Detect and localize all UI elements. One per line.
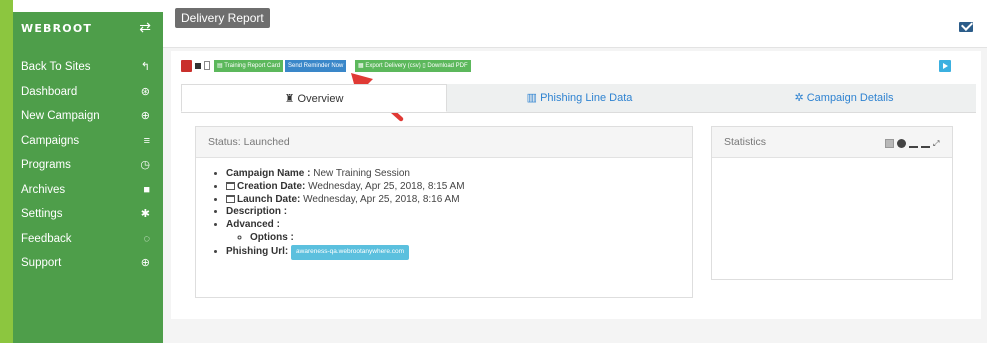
launch-date-value: Wednesday, Apr 25, 2018, 8:16 AM [303,193,460,205]
archive-icon: ■ [143,183,150,196]
plus-circle-icon: ⊕ [140,110,150,122]
campaign-name-value: New Training Session [313,168,410,179]
phishing-url-label: Phishing Url: [226,245,289,257]
sidebar-item-dashboard[interactable]: Dashboard ⊛ [13,80,163,105]
list-icon: ≡ [143,134,150,147]
envelope-icon[interactable] [959,22,973,32]
sidebar-item-label: Archives [21,183,66,196]
list-item: Campaign Name : New Training Session [226,168,692,181]
campaign-details-list: Campaign Name : New Training Session Cre… [196,168,692,260]
download-pdf-label: Download PDF [427,63,468,69]
document-icon[interactable] [204,61,210,70]
sidebar-item-label: New Campaign [21,110,100,122]
sidebar-nav: Back To Sites ↰ Dashboard ⊛ New Campaign ⊕ … [13,55,163,276]
page-title: Delivery Report [175,8,270,28]
expand-icon[interactable]: ⤢ [933,139,942,148]
area-chart-icon[interactable] [909,139,918,148]
training-report-card-button[interactable]: ▤ Training Report Card [214,60,284,72]
dashboard-icon: ⊛ [140,85,150,98]
sidebar-item-back-to-sites[interactable]: Back To Sites ↰ [13,55,163,80]
sidebar: WEBROOT ⇄ Back To Sites ↰ Dashboard ⊛ New … [13,12,163,343]
pie-chart-icon[interactable] [897,139,906,148]
advanced-label: Advanced : [226,219,280,231]
description-label: Description : [226,206,288,218]
stop-icon[interactable] [195,63,201,69]
bar-chart-icon[interactable] [921,139,930,148]
creation-date-label: Creation Date: [237,180,306,192]
campaign-name-label: Campaign Name : [226,168,311,179]
status-panel: Status: Launched Campaign Name : New Tra… [195,126,693,298]
launch-date-label: Launch Date: [237,193,301,205]
sidebar-item-label: Support [21,257,62,269]
tab-overview[interactable]: ♜ Overview [181,84,447,112]
comment-icon: ◌ [143,232,150,245]
clock-icon: ◷ [140,159,150,171]
creation-date-value: Wednesday, Apr 25, 2018, 8:15 AM [308,180,465,192]
calendar-icon [226,194,235,203]
report-card: ▤ Training Report Card Send Reminder Now… [171,51,981,319]
table-view-icon[interactable] [885,139,894,148]
send-reminder-label: Send Reminder Now [288,63,344,69]
sidebar-item-campaigns[interactable]: Campaigns ≡ [13,129,163,154]
tab-label: Overview [297,93,344,105]
tab-campaign-details[interactable]: ✲ Campaign Details [712,84,976,112]
export-delivery-label: Export Delivery (csv) [365,63,421,69]
sidebar-item-feedback[interactable]: Feedback ◌ [13,227,163,252]
gear-icon: ✱ [140,208,150,220]
status-title: Status: Launched [196,127,692,158]
phishing-url-badge[interactable]: awareness-qa.webrootanywhere.com [291,244,410,260]
brand-logo: WEBROOT [21,22,93,35]
reply-icon: ↰ [140,61,150,73]
chart-type-toolbar: ⤢ [882,139,942,149]
exchange-icon[interactable]: ⇄ [139,19,151,36]
tab-label: Phishing Line Data [540,92,633,104]
sidebar-item-label: Dashboard [21,85,78,98]
sidebar-item-programs[interactable]: Programs ◷ [13,153,163,178]
main-area: Delivery Report ▤ Training Report Card S… [163,0,987,343]
accent-strip [0,0,13,343]
binoculars-icon: ♜ [284,93,295,105]
tab-phishing-line-data[interactable]: ▥ Phishing Line Data [447,84,712,112]
options-label: Options : [250,231,294,243]
calendar-icon [226,181,235,190]
pdf-icon[interactable] [181,60,192,72]
list-item: Launch Date: Wednesday, Apr 25, 2018, 8:… [226,194,692,207]
top-left-gap [13,0,163,12]
sidebar-item-settings[interactable]: Settings ✱ [13,202,163,227]
list-item: Creation Date: Wednesday, Apr 25, 2018, … [226,181,692,194]
sidebar-item-label: Programs [21,159,71,171]
training-report-card-label: Training Report Card [224,63,281,69]
list-item: Advanced : Options : [226,219,692,245]
statistics-panel: Statistics ⤢ [711,126,953,280]
bar-chart-icon: ▥ [526,92,537,104]
sidebar-item-support[interactable]: Support ⊕ [13,251,163,276]
lifebuoy-icon: ⊕ [140,257,150,269]
cogs-icon: ✲ [794,92,804,104]
send-reminder-button[interactable]: Send Reminder Now [285,60,347,72]
advanced-options-list: Options : [226,232,692,245]
play-icon[interactable] [939,60,951,72]
top-bar: Delivery Report [163,0,987,48]
report-tabs: ♜ Overview ▥ Phishing Line Data ✲ Campai… [181,84,976,113]
sidebar-item-label: Campaigns [21,134,80,147]
list-item: Phishing Url: awareness-qa.webrootanywhe… [226,244,692,260]
sidebar-item-label: Feedback [21,232,72,245]
sidebar-item-new-campaign[interactable]: New Campaign ⊕ [13,104,163,129]
sidebar-item-archives[interactable]: Archives ■ [13,178,163,203]
list-item: Description : [226,206,692,219]
list-item: Options : [250,232,692,245]
tab-label: Campaign Details [806,92,894,104]
sidebar-item-label: Settings [21,208,63,220]
sidebar-item-label: Back To Sites [21,61,91,73]
